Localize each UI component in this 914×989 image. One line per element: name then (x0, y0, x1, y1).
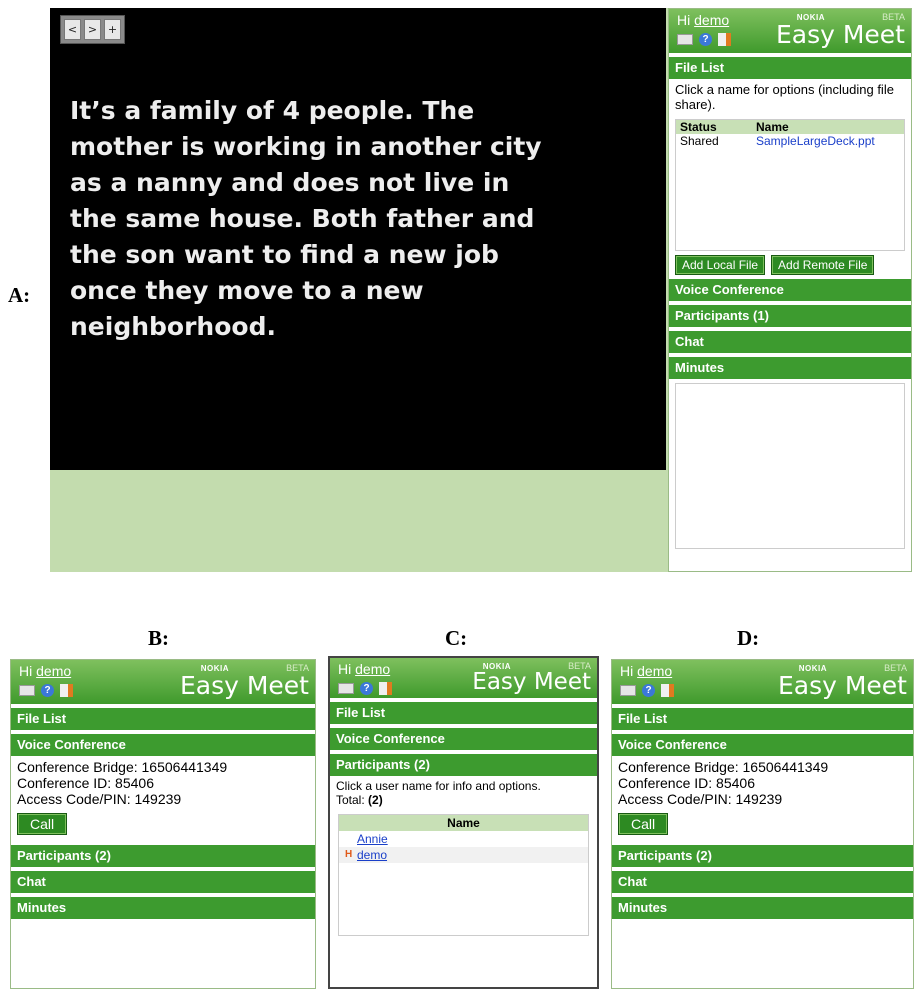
file-name-link[interactable]: SampleLargeDeck.ppt (756, 134, 875, 148)
app-brand: Easy Meet (775, 20, 905, 49)
access-pin: Access Code/PIN: 149239 (618, 791, 783, 807)
section-chat[interactable]: Chat (669, 331, 911, 353)
user-link[interactable]: demo (694, 12, 729, 28)
easymeet-panel-a: Hi demo ? NOKIA BETA Easy Meet File List… (668, 8, 912, 572)
add-remote-file-button[interactable]: Add Remote File (771, 255, 875, 275)
mail-icon[interactable] (338, 683, 354, 694)
app-brand: Easy Meet (179, 671, 309, 700)
section-chat[interactable]: Chat (612, 871, 913, 893)
section-voice-conference[interactable]: Voice Conference (612, 734, 913, 756)
greeting: Hi demo (677, 12, 730, 28)
col-name: Name (339, 815, 588, 831)
participants-total: Total: (2) (336, 793, 383, 807)
slide-canvas: < > + It’s a family of 4 people. The mot… (50, 8, 666, 470)
slide-viewer: < > + It’s a family of 4 people. The mot… (50, 8, 668, 572)
call-button[interactable]: Call (17, 813, 68, 835)
label-c: C: (445, 626, 468, 650)
access-pin: Access Code/PIN: 149239 (17, 791, 182, 807)
easymeet-panel-c: Hi demo ? NOKIA BETA Easy Meet File List… (328, 656, 599, 989)
section-file-list[interactable]: File List (612, 708, 913, 730)
section-participants[interactable]: Participants (2) (330, 754, 597, 776)
slide-text: It’s a family of 4 people. The mother is… (70, 96, 542, 341)
section-voice-conference[interactable]: Voice Conference (669, 279, 911, 301)
conference-id: Conference ID: 85406 (17, 775, 154, 791)
section-file-list[interactable]: File List (330, 702, 597, 724)
help-icon[interactable]: ? (41, 684, 54, 697)
app-brand: Easy Meet (777, 671, 907, 700)
slide-nav: < > + (60, 15, 125, 44)
table-row: Hdemo (339, 847, 588, 863)
logout-icon[interactable] (379, 682, 392, 695)
user-name-link[interactable]: Annie (357, 832, 388, 846)
section-participants[interactable]: Participants (1) (669, 305, 911, 327)
call-button[interactable]: Call (618, 813, 669, 835)
file-status: Shared (680, 134, 719, 148)
logout-icon[interactable] (661, 684, 674, 697)
section-file-list[interactable]: File List (11, 708, 315, 730)
app-header: Hi demo ? NOKIA BETA Easy Meet (612, 660, 913, 704)
app-header: Hi demo ? NOKIA BETA Easy Meet (11, 660, 315, 704)
participants-table: Name Annie Hdemo (338, 814, 589, 936)
section-voice-conference[interactable]: Voice Conference (330, 728, 597, 750)
next-slide-button[interactable]: > (84, 19, 101, 40)
prev-slide-button[interactable]: < (64, 19, 81, 40)
section-minutes[interactable]: Minutes (11, 897, 315, 919)
section-minutes[interactable]: Minutes (612, 897, 913, 919)
greeting: Hi demo (338, 661, 391, 677)
logout-icon[interactable] (718, 33, 731, 46)
section-chat[interactable]: Chat (11, 871, 315, 893)
easymeet-panel-b: Hi demo ? NOKIA BETA Easy Meet File List… (10, 659, 316, 989)
mail-icon[interactable] (19, 685, 35, 696)
user-name-link[interactable]: demo (357, 848, 387, 862)
user-link[interactable]: demo (355, 661, 390, 677)
conference-id: Conference ID: 85406 (618, 775, 755, 791)
greeting: Hi demo (19, 663, 72, 679)
logout-icon[interactable] (60, 684, 73, 697)
minutes-area[interactable] (675, 383, 905, 549)
help-icon[interactable]: ? (699, 33, 712, 46)
greeting: Hi demo (620, 663, 673, 679)
label-b: B: (148, 626, 169, 650)
easymeet-panel-d: Hi demo ? NOKIA BETA Easy Meet File List… (611, 659, 914, 989)
table-row: Annie (339, 831, 588, 847)
participants-instructions: Click a user name for info and options. (336, 779, 541, 793)
col-status: Status (680, 120, 717, 134)
section-participants[interactable]: Participants (2) (11, 845, 315, 867)
user-link[interactable]: demo (36, 663, 71, 679)
zoom-button[interactable]: + (104, 19, 121, 40)
mail-icon[interactable] (620, 685, 636, 696)
help-icon[interactable]: ? (642, 684, 655, 697)
app-header: Hi demo ? NOKIA BETA Easy Meet (669, 9, 911, 53)
conference-bridge: Conference Bridge: 16506441349 (17, 759, 228, 775)
mail-icon[interactable] (677, 34, 693, 45)
col-name: Name (756, 120, 789, 134)
app-brand: Easy Meet (472, 669, 591, 695)
section-participants[interactable]: Participants (2) (612, 845, 913, 867)
app-header: Hi demo ? NOKIA BETA Easy Meet (330, 658, 597, 698)
help-icon[interactable]: ? (360, 682, 373, 695)
label-d: D: (737, 626, 760, 650)
add-local-file-button[interactable]: Add Local File (675, 255, 766, 275)
label-a: A: (8, 283, 31, 307)
host-badge: H (345, 849, 353, 860)
section-minutes[interactable]: Minutes (669, 357, 911, 379)
conference-bridge: Conference Bridge: 16506441349 (618, 759, 829, 775)
section-voice-conference[interactable]: Voice Conference (11, 734, 315, 756)
file-list-instructions: Click a name for options (including file… (675, 82, 894, 112)
table-row: Shared SampleLargeDeck.ppt (676, 134, 904, 148)
file-table: Status Name Shared SampleLargeDeck.ppt (675, 119, 905, 251)
section-file-list[interactable]: File List (669, 57, 911, 79)
user-link[interactable]: demo (637, 663, 672, 679)
